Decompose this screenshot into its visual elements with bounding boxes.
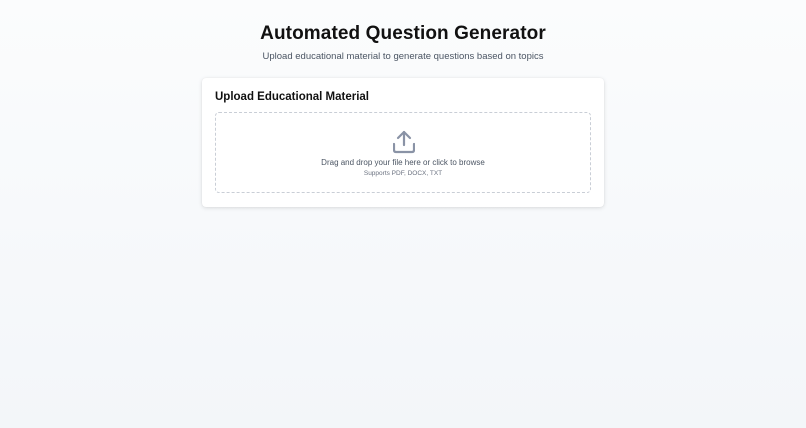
file-dropzone[interactable]: Drag and drop your file here or click to… <box>215 112 591 193</box>
page-subtitle: Upload educational material to generate … <box>262 51 544 62</box>
page: Automated Question Generator Upload educ… <box>0 0 806 428</box>
upload-card-title: Upload Educational Material <box>215 91 369 103</box>
page-header: Automated Question Generator Upload educ… <box>0 0 806 64</box>
upload-icon <box>393 130 415 154</box>
supported-formats-text: Supports PDF, DOCX, TXT <box>363 170 443 177</box>
page-title: Automated Question Generator <box>260 23 546 44</box>
dropzone-instruction: Drag and drop your file here or click to… <box>321 158 485 167</box>
upload-card: Upload Educational Material Drag and dro… <box>202 78 604 207</box>
